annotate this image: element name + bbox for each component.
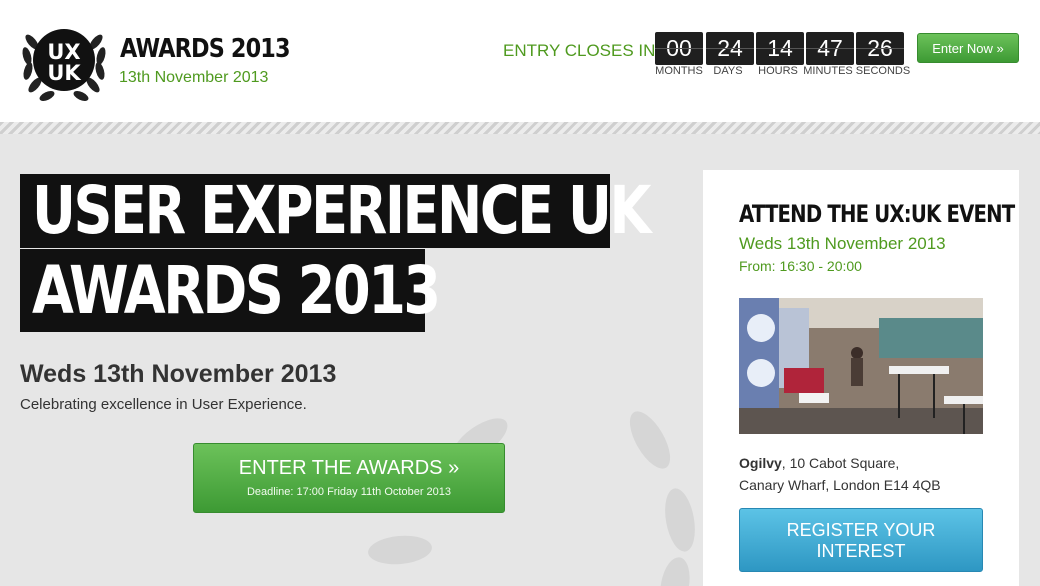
hero-title-line-1: USER EXPERIENCE UK: [20, 174, 651, 248]
countdown-seconds-label: SECONDS: [855, 65, 911, 77]
register-interest-button[interactable]: REGISTER YOUR INTEREST: [739, 508, 983, 572]
hero-date: Weds 13th November 2013: [20, 360, 337, 388]
hero-subtitle: Celebrating excellence in User Experienc…: [20, 396, 307, 413]
register-label-1: REGISTER YOUR: [786, 520, 936, 540]
countdown-minutes: 47: [806, 32, 854, 65]
hero-title-line-2: AWARDS 2013: [20, 249, 441, 332]
address-line-1: , 10 Cabot Square,: [781, 455, 900, 471]
venue-photo: [739, 298, 983, 434]
register-label-2: INTEREST: [816, 541, 906, 561]
enter-now-button[interactable]: Enter Now »: [917, 33, 1019, 63]
entry-closes-label: ENTRY CLOSES IN:: [503, 41, 661, 60]
panel-title: ATTEND THE UX:UK EVENT: [739, 200, 1015, 228]
panel-date: Weds 13th November 2013: [739, 234, 946, 253]
countdown-hours: 14: [756, 32, 804, 65]
attend-event-panel: ATTEND THE UX:UK EVENT Weds 13th Novembe…: [703, 170, 1019, 586]
enter-awards-label: ENTER THE AWARDS »: [238, 457, 460, 479]
enter-awards-deadline: Deadline: 17:00 Friday 11th October 2013: [246, 486, 452, 498]
countdown-minutes-label: MINUTES: [803, 65, 853, 77]
logo-date: 13th November 2013: [119, 69, 269, 86]
countdown-months: 00: [655, 32, 703, 65]
address-line-2: Canary Wharf, London E14 4QB: [739, 477, 941, 493]
site-header: UX UK AWARDS 2013 13th November 2013 ENT…: [0, 0, 1040, 122]
logo-title: AWARDS 2013: [120, 34, 291, 64]
venue-address: Ogilvy, 10 Cabot Square, Canary Wharf, L…: [739, 452, 941, 496]
header-divider-stripe: [0, 122, 1040, 134]
panel-time: From: 16:30 - 20:00: [739, 258, 862, 274]
svg-text:UK: UK: [47, 61, 81, 85]
countdown-days: 24: [706, 32, 754, 65]
venue-name: Ogilvy: [739, 455, 782, 471]
countdown-seconds: 26: [856, 32, 904, 65]
ux-uk-logo[interactable]: UX UK: [18, 14, 110, 106]
enter-awards-button[interactable]: ENTER THE AWARDS » Deadline: 17:00 Frida…: [193, 443, 505, 513]
